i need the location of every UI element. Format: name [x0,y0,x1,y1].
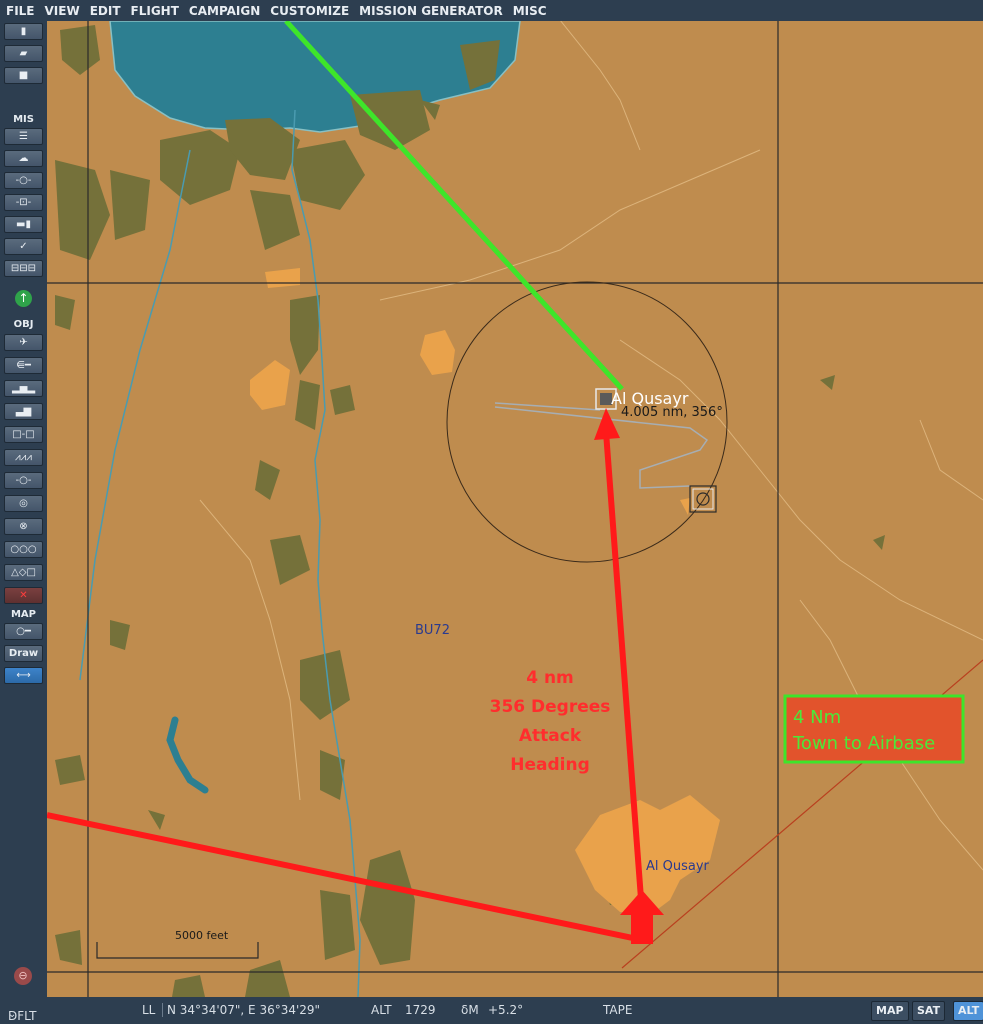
airdrome-button[interactable]: ⊗ [4,518,43,535]
draw-label: Draw [8,648,39,659]
triggers-icon: -⊡- [15,197,32,208]
open-file-icon: ▰ [19,48,28,59]
add-ship-button[interactable]: ▂▅▂ [4,380,43,397]
distance-box-text: 4 Nm Town to Airbase [793,705,935,757]
chevron-down-icon: ⌄ [8,1009,17,1020]
new-file-button[interactable]: ▮ [4,23,43,40]
mag-var-value: +5.2° [488,1003,524,1017]
save-file-icon: ■ [18,70,29,81]
alt-value: 1729 [405,1003,436,1017]
resources-button[interactable]: ⊟⊟⊟ [4,260,43,277]
menu-campaign[interactable]: CAMPAIGN [185,4,264,18]
check-button[interactable]: ✓ [4,238,43,255]
coord-mode[interactable]: LL [142,1003,155,1017]
mag-var-label: δM [461,1003,479,1017]
alt-mode-button[interactable]: ALT [953,1001,983,1021]
trigger-zone-icon: -○- [15,175,32,186]
map-section-label: MAP [10,609,37,620]
add-target-zone-button[interactable]: ◎ [4,495,43,512]
arrow-up-circle-icon[interactable]: ↑ [15,290,32,307]
add-template-button[interactable]: ⩘⩘⩘ [4,449,43,466]
annotation-line-3: Attack [518,726,582,746]
map-mode-button[interactable]: MAP [871,1001,909,1021]
mis-section-label: MIS [13,114,34,125]
scale-label: 5000 feet [175,929,229,942]
distance-box-line-2: Town to Airbase [793,733,936,754]
group-icon: ○○○ [10,544,37,555]
add-static-object-button[interactable]: □-□ [4,426,43,443]
menu-mission-generator[interactable]: MISSION GENERATOR [355,4,507,18]
attack-annotation: 4 nm 356 Degrees Attack Heading [465,664,635,780]
airdrome-icon: ⊗ [19,521,28,532]
town-label: Al Qusayr [646,859,709,874]
shapes-icon: △◇□ [11,567,36,578]
annotation-line-4: Heading [510,755,590,775]
check-icon: ✓ [19,241,28,252]
delete-icon: ✕ [19,590,28,601]
menu-bar: FILE VIEW EDIT FLIGHT CAMPAIGN CUSTOMIZE… [0,0,983,21]
add-aircraft-button[interactable]: ✈ [4,334,43,351]
add-waypoint-button[interactable]: -○- [4,472,43,489]
map-canvas[interactable] [47,21,983,997]
measure-button[interactable]: ⟷ [4,667,43,684]
aircraft-icon: ✈ [19,337,28,348]
obj-section-label: OBJ [13,319,34,330]
menu-misc[interactable]: MISC [509,4,551,18]
new-file-icon: ▮ [20,26,27,37]
draw-button[interactable]: Draw [4,645,43,662]
waypoint-icon: -○- [15,475,32,486]
goals-button[interactable]: ▬▮ [4,216,43,233]
menu-view[interactable]: VIEW [41,4,84,18]
cursor-coordinates: N 34°34'07", E 36°34'29" [162,1003,320,1017]
template-icon: ⩘⩘⩘ [15,452,32,463]
ruler-icon: ○━ [16,626,31,637]
tool-sidebar: ▮ ▰ ■ MIS ☰ ☁ -○- -⊡- ▬▮ ✓ ⊟⊟⊟ ↑ OBJ ✈ ⋹… [0,21,47,997]
measure-readout: 4.005 nm, 356° [621,405,723,420]
static-object-icon: □-□ [12,429,35,440]
alt-label: ALT [371,1003,392,1017]
shapes-button[interactable]: △◇□ [4,564,43,581]
annotation-line-2: 356 Degrees [489,697,611,717]
distance-box-line-1: 4 Nm [793,707,842,728]
group-button[interactable]: ○○○ [4,541,43,558]
logout-icon[interactable]: ⊖ [14,967,32,985]
weather-button[interactable]: ☁ [4,150,43,167]
vehicle-icon: ▃▆ [15,406,32,417]
add-helicopter-button[interactable]: ⋹━ [4,357,43,374]
briefing-button[interactable]: ☰ [4,128,43,145]
annotation-line-1: 4 nm [526,668,574,688]
tape-button[interactable]: TAPE [603,1003,632,1017]
delete-button[interactable]: ✕ [4,587,43,604]
goals-icon: ▬▮ [16,219,31,230]
menu-customize[interactable]: CUSTOMIZE [266,4,353,18]
ruler-button[interactable]: ○━ [4,623,43,640]
menu-file[interactable]: FILE [2,4,39,18]
triggers-button[interactable]: -⊡- [4,194,43,211]
weather-icon: ☁ [18,153,29,164]
map-view[interactable]: Al Qusayr 4.005 nm, 356° BU72 Al Qusayr … [47,21,983,997]
attack-start-marker [631,912,653,944]
menu-flight[interactable]: FLIGHT [127,4,183,18]
ship-icon: ▂▅▂ [11,383,36,394]
grid-label: BU72 [415,623,450,638]
measure-icon: ⟷ [16,670,31,681]
helicopter-icon: ⋹━ [16,360,31,371]
add-vehicle-button[interactable]: ▃▆ [4,403,43,420]
menu-edit[interactable]: EDIT [86,4,125,18]
status-bar: DFLT ⌄ LL N 34°34'07", E 36°34'29" ALT 1… [0,997,983,1024]
sat-mode-button[interactable]: SAT [912,1001,946,1021]
trigger-zone-button[interactable]: -○- [4,172,43,189]
briefing-icon: ☰ [19,131,28,142]
target-zone-icon: ◎ [19,498,28,509]
save-file-button[interactable]: ■ [4,67,43,84]
open-file-button[interactable]: ▰ [4,45,43,62]
resources-icon: ⊟⊟⊟ [10,263,37,274]
